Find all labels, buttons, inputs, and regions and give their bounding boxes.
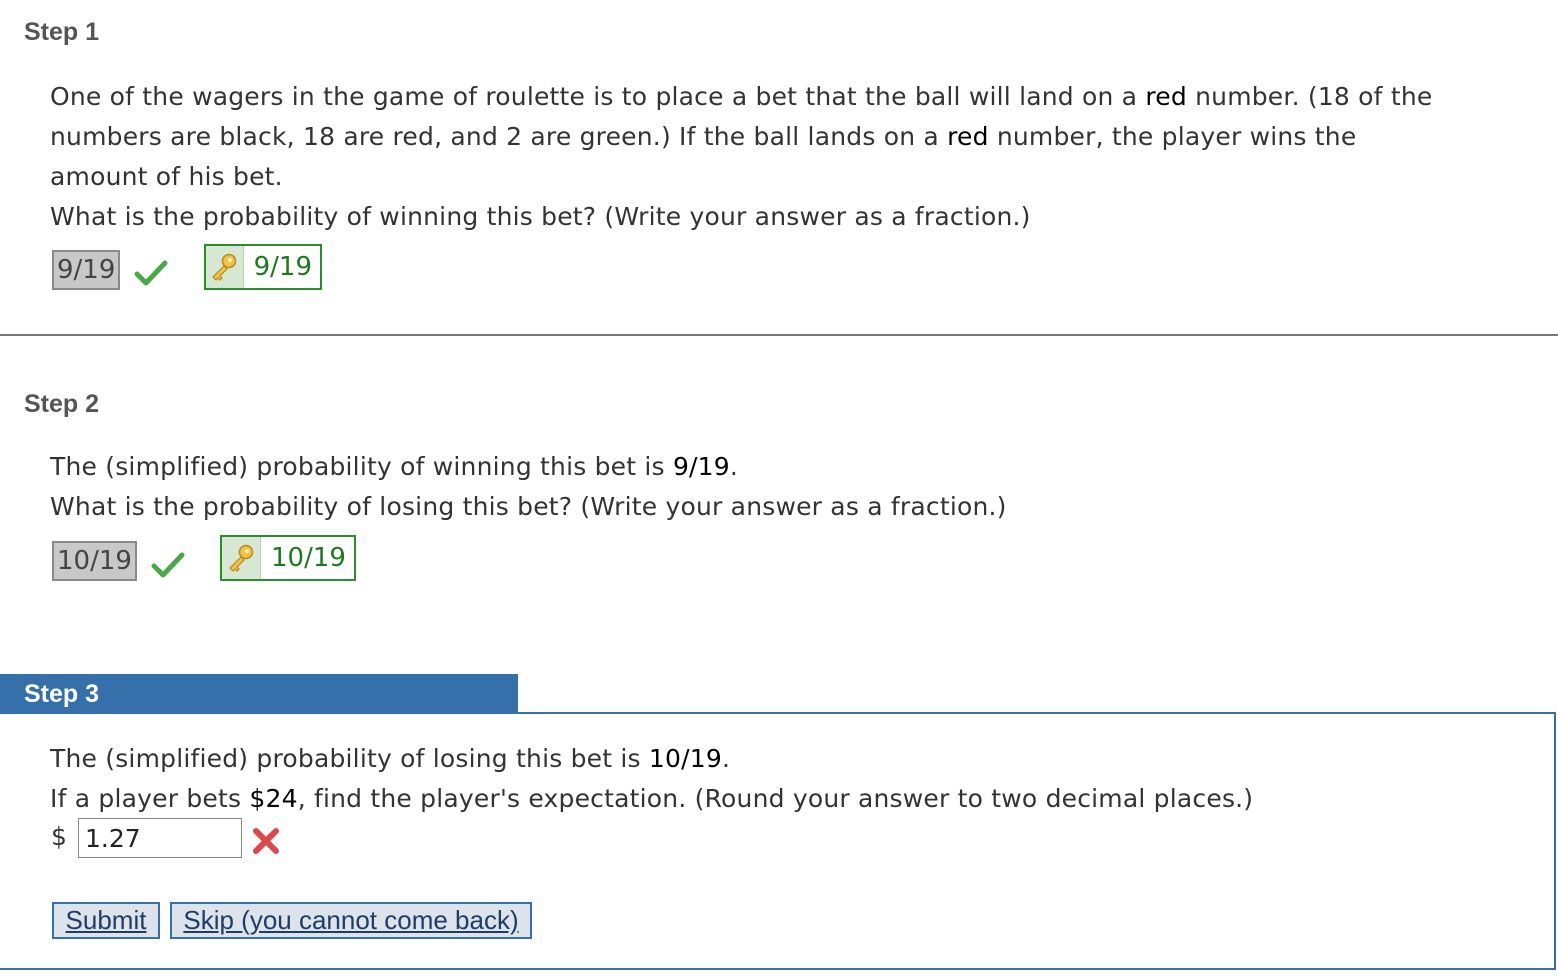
x-icon [253,828,279,854]
step2-answer-key[interactable]: 10/19 [220,535,356,581]
step1-answer-key[interactable]: 9/19 [204,244,322,290]
currency-symbol: $ [51,822,67,851]
step2-submitted-answer: 10/19 [52,541,137,581]
step3-title: Step 3 [24,680,100,708]
step3-header: Step 3 [0,674,518,714]
step2-problem-text: The (simplified) probability of winning … [50,447,1007,527]
step-divider [0,334,1558,336]
key-icon [222,537,261,579]
check-icon [151,552,185,578]
step2-question: What is the probability of losing this b… [50,492,1007,521]
expectation-answer-input[interactable] [78,818,242,858]
step3-problem-text: The (simplified) probability of losing t… [50,744,1254,813]
step2-title: Step 2 [24,390,100,418]
key-icon [206,246,244,288]
check-icon [134,260,168,286]
skip-button[interactable]: Skip (you cannot come back) [170,902,532,939]
step1-title: Step 1 [24,18,100,46]
submit-button[interactable]: Submit [52,902,160,939]
step1-problem-text: One of the wagers in the game of roulett… [50,77,1432,237]
step1-question: What is the probability of winning this … [50,202,1031,231]
step1-submitted-answer: 9/19 [52,250,121,290]
